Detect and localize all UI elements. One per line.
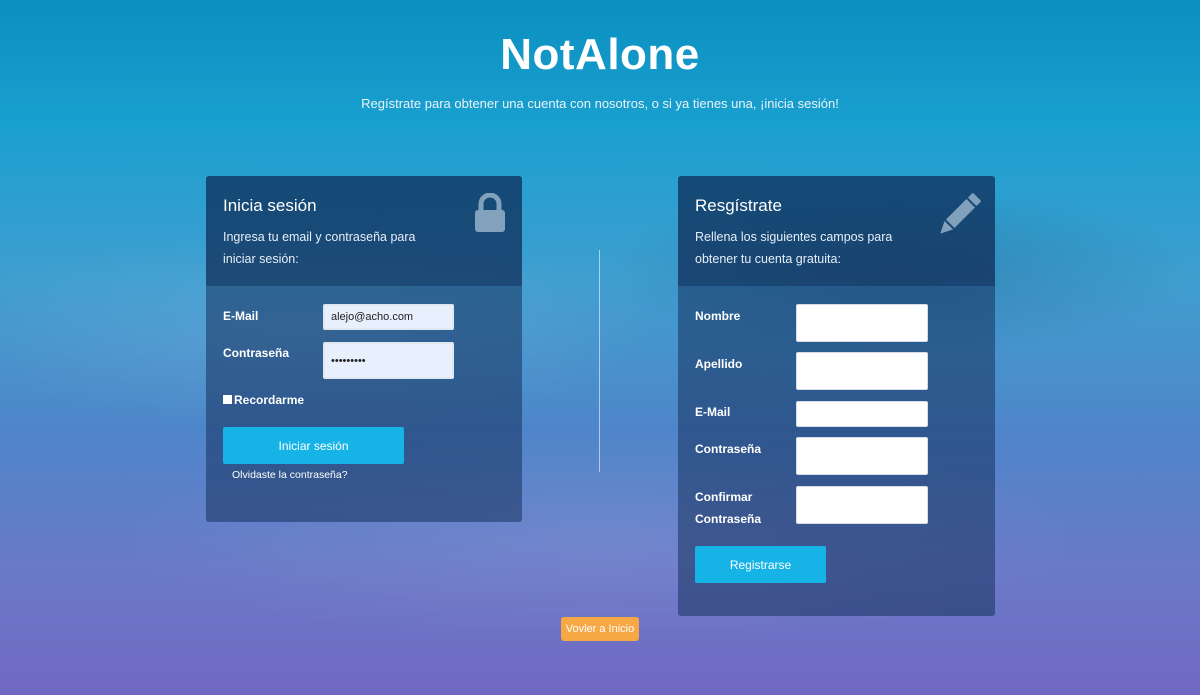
panels-divider	[599, 250, 600, 472]
forgot-password-link[interactable]: Olvidaste la contraseña?	[232, 469, 348, 481]
register-email-label: E-Mail	[695, 405, 731, 419]
login-password-label: Contraseña	[223, 346, 290, 360]
remember-checkbox[interactable]	[223, 395, 232, 404]
login-panel: Inicia sesión Ingresa tu email y contras…	[206, 176, 522, 522]
site-title: NotAlone	[500, 30, 700, 79]
register-password-label: Contraseña	[695, 442, 762, 456]
remember-label: Recordarme	[234, 393, 305, 407]
login-submit-button[interactable]: Iniciar sesión	[223, 427, 404, 464]
register-panel: Resgístrate Rellena los siguientes campo…	[678, 176, 995, 616]
pencil-icon	[940, 193, 981, 234]
register-submit-button[interactable]: Registrarse	[695, 546, 826, 583]
register-name-input[interactable]	[796, 304, 928, 342]
register-description: Rellena los siguientes campos para obten…	[695, 230, 893, 266]
register-title: Resgístrate	[695, 196, 782, 215]
register-confirm-label: Confirmar Contraseña	[695, 490, 762, 526]
register-lastname-input[interactable]	[796, 352, 928, 390]
register-password-input[interactable]	[796, 437, 928, 475]
login-password-input[interactable]: •••••••••	[323, 342, 454, 379]
lock-icon	[475, 193, 505, 232]
register-lastname-label: Apellido	[695, 357, 743, 371]
login-description: Ingresa tu email y contraseña para inici…	[223, 230, 416, 266]
login-title: Inicia sesión	[223, 196, 317, 215]
site-subtitle: Regístrate para obtener una cuenta con n…	[361, 96, 839, 111]
login-email-input[interactable]: alejo@acho.com	[323, 304, 454, 330]
register-name-label: Nombre	[695, 309, 741, 323]
login-email-label: E-Mail	[223, 309, 259, 323]
register-email-input[interactable]	[796, 401, 928, 427]
back-to-home-button[interactable]: Vovler a Inicio	[561, 617, 639, 641]
register-confirm-input[interactable]	[796, 486, 928, 524]
